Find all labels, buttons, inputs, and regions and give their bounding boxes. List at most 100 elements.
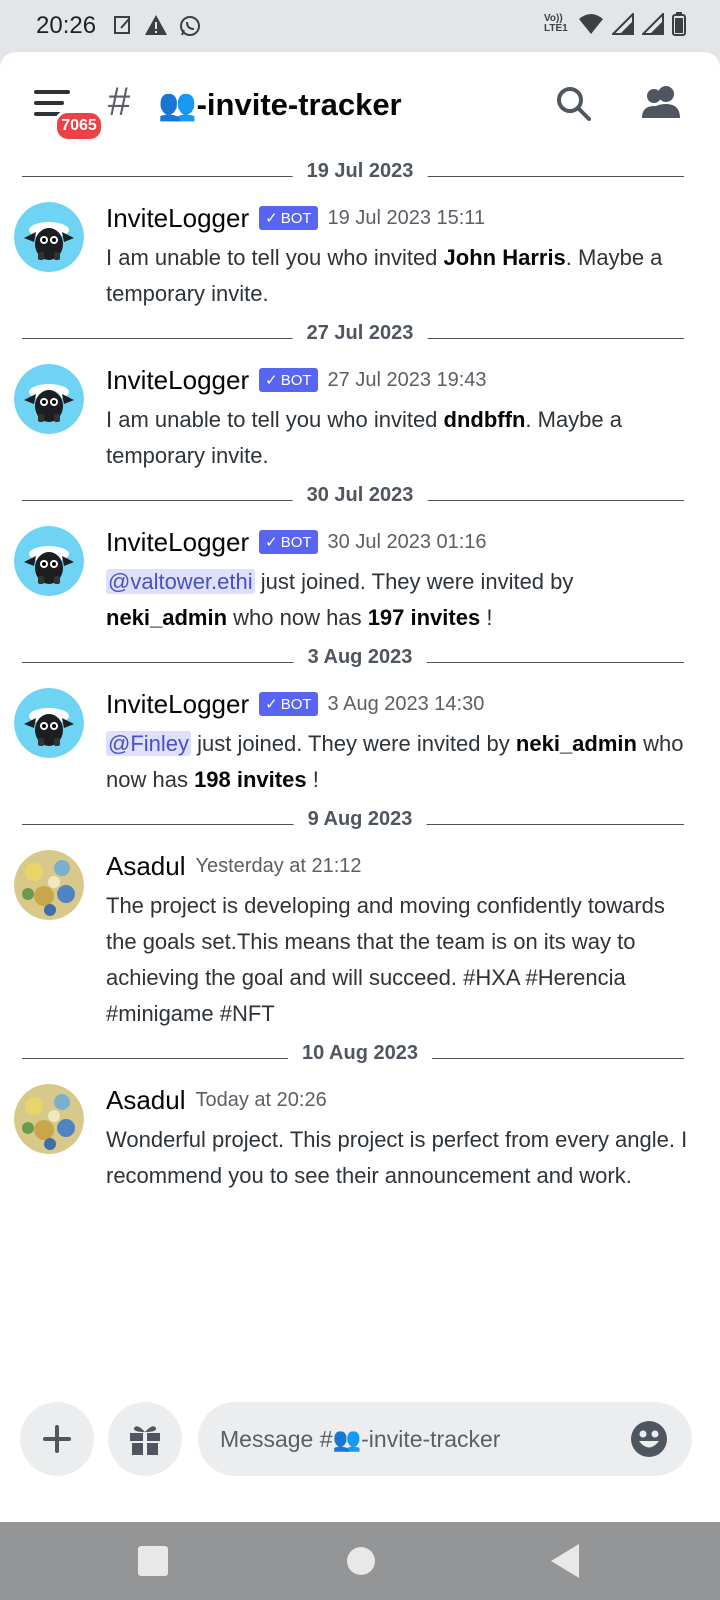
divider-date: 27 Jul 2023 [292, 322, 428, 345]
message-header: InviteLogger ✓ BOT 27 Jul 2023 19:43 [106, 358, 720, 402]
status-bar: 20:26 Vo)) LTE1 [0, 0, 720, 52]
channel-title[interactable]: 👥-invite-tracker [158, 86, 402, 123]
bold-text: 198 invites [194, 767, 307, 792]
back-button[interactable] [551, 1544, 579, 1578]
date-divider: 3 Aug 2023 [0, 642, 720, 682]
date-divider: 27 Jul 2023 [0, 318, 720, 358]
message-body: @Finley just joined. They were invited b… [106, 726, 720, 798]
message-input[interactable]: Message #👥-invite-tracker [198, 1402, 692, 1476]
avatar[interactable] [14, 850, 84, 920]
author-name[interactable]: Asadul [106, 1085, 186, 1116]
avatar[interactable] [14, 202, 84, 272]
timestamp: Yesterday at 21:12 [195, 854, 362, 877]
date-divider: 9 Aug 2023 [0, 804, 720, 844]
message-composer: Message #👥-invite-tracker [0, 1402, 720, 1482]
bot-tag: ✓ BOT [259, 530, 318, 554]
message-text: The project is developing and moving con… [106, 893, 665, 1026]
author-name[interactable]: InviteLogger [106, 203, 249, 234]
check-icon: ✓ [265, 372, 278, 389]
user-mention[interactable]: @valtower.ethi [106, 569, 255, 594]
status-right-icons: Vo)) LTE1 [544, 12, 686, 36]
channel-header: 7065 # 👥-invite-tracker [0, 52, 720, 156]
bold-text: 197 invites [367, 605, 481, 630]
bold-text: John Harris [443, 245, 566, 270]
date-divider: 30 Jul 2023 [0, 480, 720, 520]
avatar[interactable] [14, 1084, 84, 1154]
check-icon: ✓ [265, 210, 278, 227]
warning-icon [145, 15, 167, 35]
notification-badge: 7065 [54, 110, 104, 142]
recents-button[interactable] [138, 1546, 168, 1576]
status-left-icons [112, 14, 202, 38]
timestamp: Today at 20:26 [195, 1088, 327, 1111]
search-icon[interactable] [556, 86, 592, 122]
author-name[interactable]: InviteLogger [106, 365, 249, 396]
date-divider: 19 Jul 2023 [0, 156, 720, 196]
whatsapp-icon [180, 16, 200, 36]
avatar[interactable] [14, 688, 84, 758]
message-body: Wonderful project. This project is perfe… [106, 1122, 720, 1194]
bot-tag-label: BOT [280, 695, 312, 713]
message-text: just joined. They were invited by [191, 731, 516, 756]
author-name[interactable]: Asadul [106, 851, 186, 882]
wifi-icon [579, 14, 603, 34]
message-input-placeholder: Message #👥-invite-tracker [220, 1426, 501, 1452]
date-divider: 10 Aug 2023 [0, 1038, 720, 1078]
message-text: who now has [227, 605, 368, 630]
bot-tag-label: BOT [280, 533, 312, 551]
message-text: ! [306, 767, 319, 792]
divider-date: 30 Jul 2023 [292, 484, 428, 507]
gift-button[interactable] [108, 1402, 182, 1476]
home-button[interactable] [347, 1547, 375, 1575]
timestamp: 19 Jul 2023 15:11 [327, 206, 486, 229]
author-name[interactable]: InviteLogger [106, 689, 249, 720]
members-icon[interactable] [640, 84, 682, 120]
add-attachment-button[interactable] [20, 1402, 94, 1476]
user-mention[interactable]: @Finley [106, 731, 192, 756]
message-body: @valtower.ethi just joined. They were in… [106, 564, 720, 636]
system-nav-bar [0, 1522, 720, 1600]
divider-date: 3 Aug 2023 [293, 646, 427, 669]
message-text: just joined. They were invited by [254, 569, 574, 594]
signal-icon [612, 13, 634, 35]
avatar[interactable] [14, 364, 84, 434]
bot-tag: ✓ BOT [259, 368, 318, 392]
message-body: I am unable to tell you who invited dndb… [106, 402, 720, 474]
hash-icon: # [108, 80, 131, 124]
volte-icon: Vo)) LTE1 [544, 13, 568, 34]
notification-edit-icon [114, 16, 130, 34]
timestamp: 27 Jul 2023 19:43 [327, 368, 487, 391]
message-item[interactable]: InviteLogger ✓ BOT 19 Jul 2023 15:11 I am un… [0, 196, 720, 312]
avatar[interactable] [14, 526, 84, 596]
message-header: InviteLogger ✓ BOT 30 Jul 2023 01:16 [106, 520, 720, 564]
message-header: InviteLogger ✓ BOT 19 Jul 2023 15:11 [106, 196, 720, 240]
check-icon: ✓ [265, 534, 278, 551]
bold-text: neki_admin [106, 605, 228, 630]
divider-date: 10 Aug 2023 [288, 1042, 432, 1065]
message-text: I am unable to tell you who invited [106, 407, 444, 432]
author-name[interactable]: InviteLogger [106, 527, 249, 558]
message-item[interactable]: InviteLogger ✓ BOT 30 Jul 2023 01:16 @valtow… [0, 520, 720, 636]
message-item[interactable]: InviteLogger ✓ BOT 27 Jul 2023 19:43 I am un… [0, 358, 720, 474]
message-text: I am unable to tell you who invited [106, 245, 444, 270]
message-item[interactable]: Asadul Today at 20:26 Wonderful project. T… [0, 1078, 720, 1194]
bold-text: dndbffn [443, 407, 526, 432]
message-header: InviteLogger ✓ BOT 3 Aug 2023 14:30 [106, 682, 720, 726]
bot-tag: ✓ BOT [259, 692, 318, 716]
message-header: Asadul Yesterday at 21:12 [106, 844, 720, 888]
message-body: I am unable to tell you who invited John… [106, 240, 720, 312]
check-icon: ✓ [265, 696, 278, 713]
gift-icon [130, 1426, 160, 1455]
bot-tag: ✓ BOT [259, 206, 318, 230]
status-time: 20:26 [36, 12, 97, 39]
timestamp: 3 Aug 2023 14:30 [327, 692, 485, 715]
message-item[interactable]: Asadul Yesterday at 21:12 The project is d… [0, 844, 720, 1032]
message-text: ! [480, 605, 493, 630]
message-list[interactable]: 19 Jul 2023 InviteLogger ✓ BOT 19 Jul 2023 … [0, 156, 720, 1200]
message-item[interactable]: InviteLogger ✓ BOT 3 Aug 2023 14:30 @Finley … [0, 682, 720, 798]
bot-tag-label: BOT [280, 209, 312, 227]
chat-panel: 7065 # 👥-invite-tracker 19 Jul 2023 Invi… [0, 52, 720, 1522]
emoji-icon[interactable] [630, 1420, 668, 1458]
divider-date: 9 Aug 2023 [293, 808, 427, 831]
timestamp: 30 Jul 2023 01:16 [327, 530, 487, 553]
